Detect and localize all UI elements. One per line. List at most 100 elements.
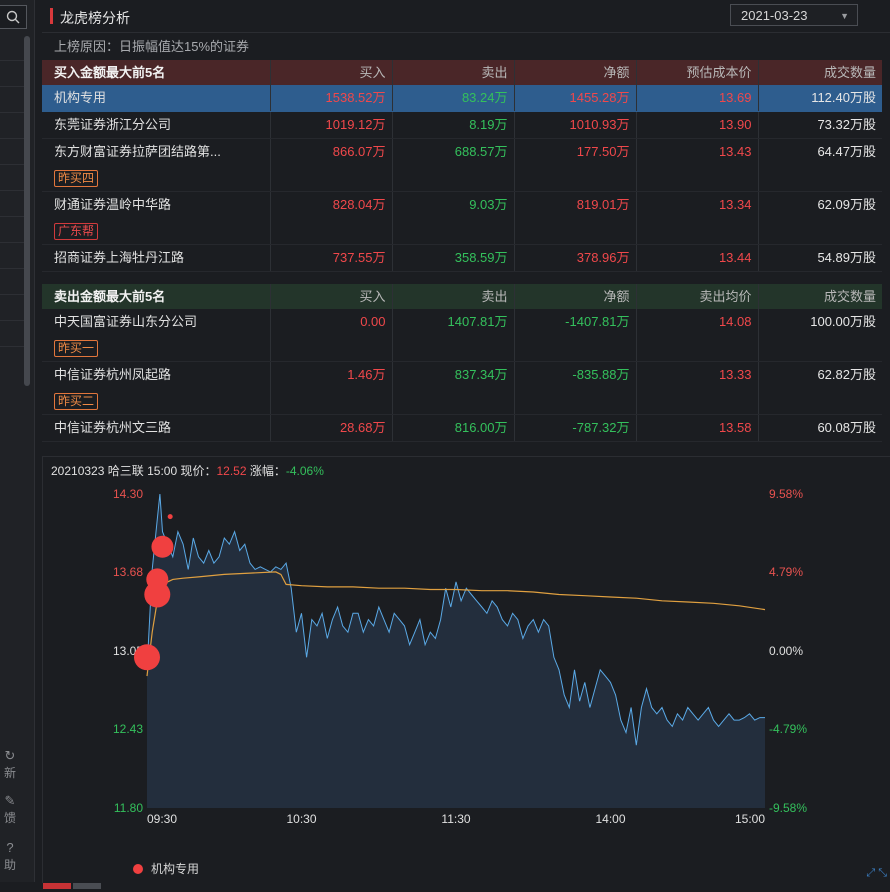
trade-volume: 64.47万股 xyxy=(758,138,882,192)
y-tick-label-left: 13.68 xyxy=(113,565,143,579)
price-area xyxy=(147,494,765,808)
bottom-tab[interactable] xyxy=(43,883,71,889)
buy-amount: 28.68万 xyxy=(270,414,393,442)
broker-name: 中信证券杭州文三路 xyxy=(42,414,271,442)
table-row[interactable]: 东莞证券浙江分公司 1019.12万 8.19万 1010.93万 13.90 … xyxy=(42,111,882,139)
trade-volume: 73.32万股 xyxy=(758,111,882,139)
help-tool[interactable]: ? 助 xyxy=(0,840,20,873)
broker-cell: 东方财富证券拉萨团结路第... 昨买四 xyxy=(42,138,271,192)
search-icon xyxy=(6,10,20,24)
y-tick-label-right: 4.79% xyxy=(769,565,803,579)
net-amount: 819.01万 xyxy=(514,191,637,245)
column-header[interactable]: 买入 xyxy=(270,60,393,85)
column-header[interactable]: 净额 xyxy=(514,60,637,85)
broker-name: 中信证券杭州凤起路 xyxy=(54,367,172,382)
legend-label: 机构专用 xyxy=(151,862,200,876)
table-row[interactable]: 中天国富证券山东分公司 昨买一 0.00 1407.81万 -1407.81万 … xyxy=(42,309,882,362)
left-sidebar: ↻ 新 ✎ 馈 ? 助 xyxy=(0,0,35,882)
x-tick-label: 09:30 xyxy=(147,812,177,826)
feedback-tool[interactable]: ✎ 馈 xyxy=(0,793,20,826)
title-accent-bar xyxy=(50,8,53,24)
sell-amount: 358.59万 xyxy=(392,244,515,272)
y-tick-label-left: 11.80 xyxy=(114,801,143,815)
column-header[interactable]: 净额 xyxy=(514,284,637,309)
sell-amount: 688.57万 xyxy=(392,138,515,192)
net-amount: -835.88万 xyxy=(514,361,637,415)
current-price: 12.52 xyxy=(216,464,247,478)
feedback-tool-label: 馈 xyxy=(3,811,16,825)
divider xyxy=(0,164,24,165)
divider xyxy=(0,268,24,269)
chart-legend: 机构专用 xyxy=(133,860,199,877)
change-percent: -4.06% xyxy=(285,464,324,478)
chart-time: 15:00 xyxy=(147,464,178,478)
broker-tag[interactable]: 广东帮 xyxy=(54,223,99,240)
buy-amount: 866.07万 xyxy=(270,138,393,192)
column-header: 买入金额最大前5名 xyxy=(42,60,271,85)
change-label: 涨幅： xyxy=(249,464,286,478)
broker-name: 东莞证券浙江分公司 xyxy=(42,111,271,139)
net-amount: 177.50万 xyxy=(514,138,637,192)
column-header[interactable]: 卖出均价 xyxy=(636,284,759,309)
edit-icon: ✎ xyxy=(4,793,16,808)
broker-cell: 中信证券杭州凤起路 昨买二 xyxy=(42,361,271,415)
intraday-chart[interactable]: 14.3013.6813.0512.4311.809.58%4.79%0.00%… xyxy=(43,477,889,877)
date-picker[interactable]: 2021-03-23 ▼ xyxy=(730,4,858,26)
refresh-tool[interactable]: ↻ 新 xyxy=(0,748,20,781)
divider xyxy=(0,294,24,295)
column-header[interactable]: 成交数量 xyxy=(758,60,882,85)
column-header[interactable]: 成交数量 xyxy=(758,284,882,309)
broker-tag[interactable]: 昨买二 xyxy=(54,393,99,410)
trade-volume: 60.08万股 xyxy=(758,414,882,442)
trade-volume: 100.00万股 xyxy=(758,309,882,362)
search-button[interactable] xyxy=(0,5,27,29)
table-row[interactable]: 中信证券杭州文三路 28.68万 816.00万 -787.32万 13.58 … xyxy=(42,414,882,442)
listing-reason: 上榜原因：日振幅值达15%的证券 xyxy=(54,39,250,54)
trade-volume: 62.82万股 xyxy=(758,361,882,415)
sell-amount: 9.03万 xyxy=(392,191,515,245)
sidebar-scrollbar[interactable] xyxy=(24,36,30,386)
sell-amount: 1407.81万 xyxy=(392,309,515,362)
legend-marker xyxy=(133,863,143,874)
buy-amount: 828.04万 xyxy=(270,191,393,245)
x-tick-label: 14:00 xyxy=(595,812,625,826)
broker-cell: 财通证券温岭中华路 广东帮 xyxy=(42,191,271,245)
bottom-tab[interactable] xyxy=(73,883,101,889)
y-tick-label-right: -4.79% xyxy=(769,722,807,736)
table-row[interactable]: 中信证券杭州凤起路 昨买二 1.46万 837.34万 -835.88万 13.… xyxy=(42,361,882,415)
bottom-tabs[interactable] xyxy=(43,877,103,889)
date-value: 2021-03-23 xyxy=(741,8,808,23)
divider xyxy=(0,216,24,217)
broker-name: 中天国富证券山东分公司 xyxy=(54,314,198,329)
institution-marker xyxy=(134,644,160,671)
broker-name: 机构专用 xyxy=(42,85,271,112)
divider xyxy=(0,242,24,243)
divider xyxy=(0,320,24,321)
divider xyxy=(0,112,24,113)
sell-amount: 83.24万 xyxy=(392,85,515,112)
column-header[interactable]: 卖出 xyxy=(392,60,515,85)
y-tick-label-right: -9.58% xyxy=(769,801,807,815)
divider xyxy=(0,86,24,87)
broker-tag[interactable]: 昨买一 xyxy=(54,340,99,357)
help-tool-label: 助 xyxy=(3,858,16,872)
refresh-icon: ↻ xyxy=(4,748,16,763)
column-header[interactable]: 买入 xyxy=(270,284,393,309)
table-row[interactable]: 东方财富证券拉萨团结路第... 昨买四 866.07万 688.57万 177.… xyxy=(42,138,882,192)
divider xyxy=(0,190,24,191)
table-row[interactable]: 招商证券上海牡丹江路 737.55万 358.59万 378.96万 13.44… xyxy=(42,244,882,272)
expand-icon[interactable]: ⤢ ⤡ xyxy=(866,867,887,880)
table-row[interactable]: 财通证券温岭中华路 广东帮 828.04万 9.03万 819.01万 13.3… xyxy=(42,191,882,245)
column-header[interactable]: 预估成本价 xyxy=(636,60,759,85)
chevron-down-icon: ▼ xyxy=(840,11,849,21)
chart-date: 20210323 xyxy=(51,464,105,478)
net-amount: -787.32万 xyxy=(514,414,637,442)
broker-name: 财通证券温岭中华路 xyxy=(54,197,172,212)
trade-volume: 62.09万股 xyxy=(758,191,882,245)
institution-marker xyxy=(151,535,174,558)
net-amount: -1407.81万 xyxy=(514,309,637,362)
x-tick-label: 15:00 xyxy=(735,812,765,826)
broker-tag[interactable]: 昨买四 xyxy=(54,170,99,187)
table-row[interactable]: 机构专用 1538.52万 83.24万 1455.28万 13.69 112.… xyxy=(42,85,882,112)
column-header[interactable]: 卖出 xyxy=(392,284,515,309)
